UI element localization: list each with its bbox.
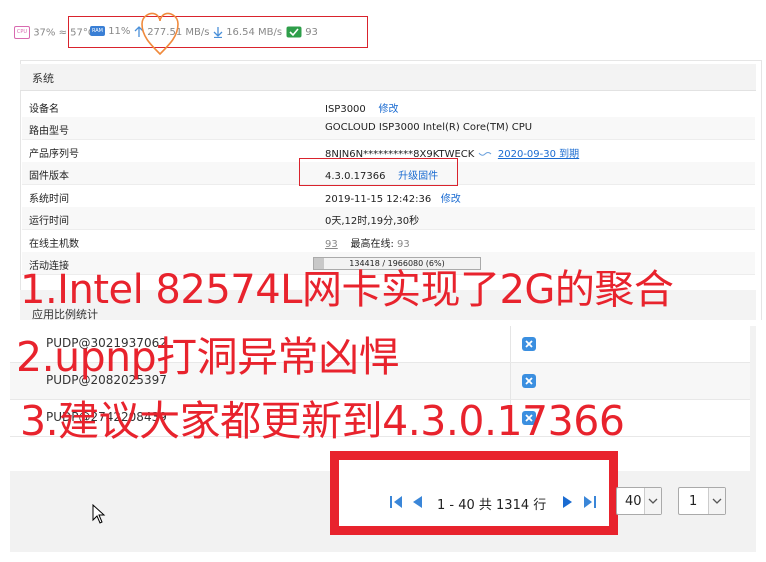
wave-icon xyxy=(478,152,491,156)
page-number-value: 1 xyxy=(689,494,698,509)
info-row-online-hosts: 在线主机数 93 最高在线: 93 xyxy=(22,230,755,253)
firmware-highlight-box xyxy=(299,158,458,186)
online-hosts-link[interactable]: 93 xyxy=(325,239,338,250)
edit-device-name-link[interactable]: 修改 xyxy=(379,104,399,115)
peak-online-label: 最高在线: xyxy=(350,239,394,250)
close-x-icon[interactable] xyxy=(522,374,536,388)
annotation-line-1: 1.Intel 82574L网卡实现了2G的聚合 xyxy=(20,267,674,313)
page-size-select[interactable]: 40 xyxy=(616,487,662,515)
router-model-value: GOCLOUD ISP3000 Intel(R) Core(TM) CPU xyxy=(325,122,533,133)
license-expiry-link[interactable]: 2020-09-30 到期 xyxy=(498,149,579,160)
mouse-cursor-icon xyxy=(92,504,106,524)
system-panel-header xyxy=(20,64,756,91)
row-label: 运行时间 xyxy=(29,216,69,227)
pagination-info: 1 - 40 共 1314 行 xyxy=(437,498,547,513)
first-page-icon[interactable] xyxy=(388,494,404,510)
row-label: 固件版本 xyxy=(29,171,69,182)
status-highlight-box xyxy=(68,16,368,48)
chevron-down-icon xyxy=(708,488,725,514)
edit-time-link[interactable]: 修改 xyxy=(441,194,461,205)
info-row-device-name: 设备名 ISP3000 修改 xyxy=(22,95,755,118)
close-x-icon[interactable] xyxy=(522,337,536,351)
cpu-icon: CPU xyxy=(14,26,30,39)
system-panel-title: 系统 xyxy=(32,72,54,85)
next-page-icon[interactable] xyxy=(561,494,575,510)
row-label: 路由型号 xyxy=(29,126,69,137)
info-row-system-time: 系统时间 2019-11-15 12:42:36 修改 xyxy=(22,185,755,208)
page-size-value: 40 xyxy=(625,494,642,509)
pagination-highlight-box xyxy=(330,451,618,535)
uptime-value: 0天,12时,19分,30秒 xyxy=(325,216,420,227)
chevron-down-icon xyxy=(644,488,661,514)
row-label: 产品序列号 xyxy=(29,149,79,160)
info-row-router-model: 路由型号 GOCLOUD ISP3000 Intel(R) Core(TM) C… xyxy=(22,117,755,140)
system-time-value: 2019-11-15 12:42:36 xyxy=(325,194,432,205)
prev-page-icon[interactable] xyxy=(410,494,424,510)
info-row-uptime: 运行时间 0天,12时,19分,30秒 xyxy=(22,207,755,230)
row-label: 设备名 xyxy=(29,104,59,115)
annotation-line-3: 3.建议大家都更新到4.3.0.17366 xyxy=(20,397,625,445)
peak-online-value: 93 xyxy=(397,239,410,250)
last-page-icon[interactable] xyxy=(582,494,598,510)
row-label: 系统时间 xyxy=(29,194,69,205)
row-label: 在线主机数 xyxy=(29,239,79,250)
annotation-line-2: 2.upnp打洞异常凶悍 xyxy=(16,333,400,381)
heart-icon xyxy=(141,12,179,56)
page-number-select[interactable]: 1 xyxy=(678,487,726,515)
device-name-value: ISP3000 xyxy=(325,104,366,115)
